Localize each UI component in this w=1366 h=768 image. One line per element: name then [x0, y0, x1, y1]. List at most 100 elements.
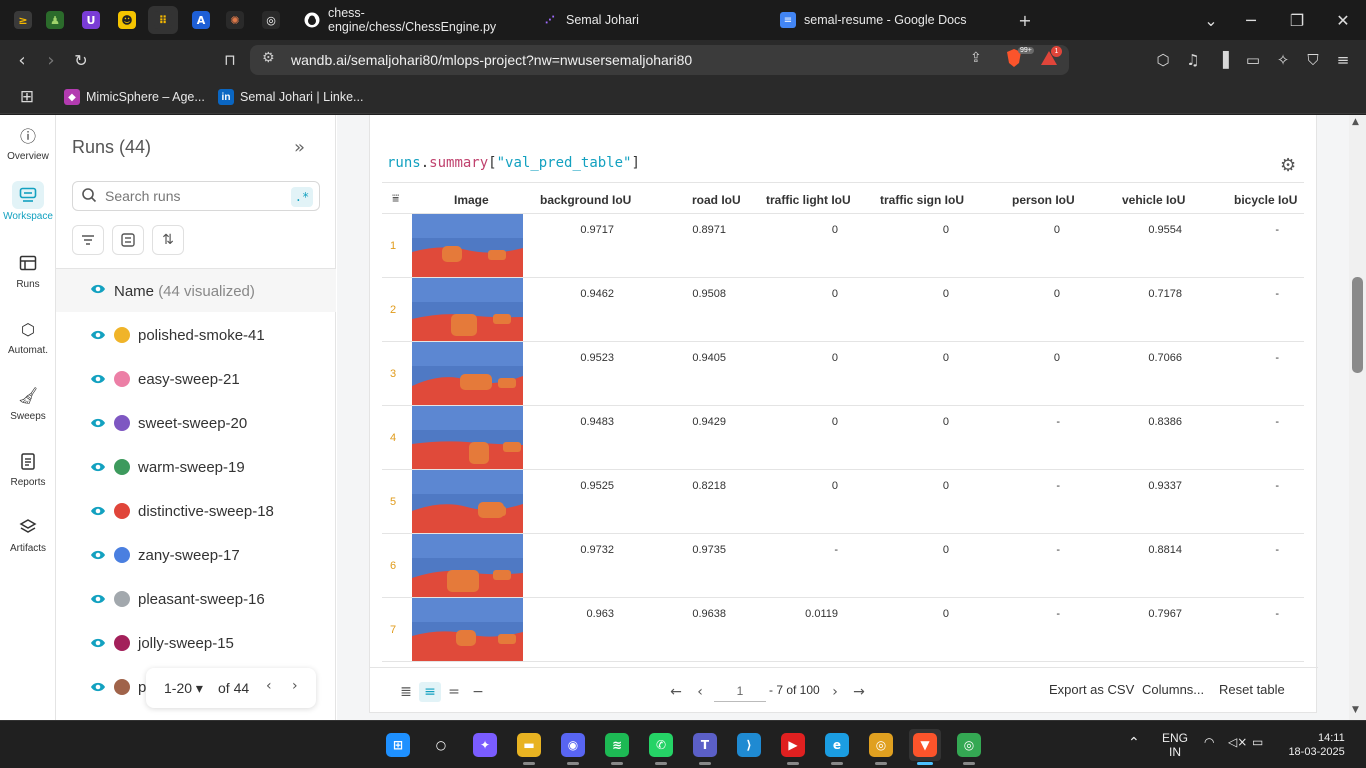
- language-indicator[interactable]: ENG IN: [1162, 731, 1188, 759]
- segmentation-image[interactable]: [412, 470, 523, 533]
- eye-icon[interactable]: [90, 637, 106, 649]
- row-size-small-icon[interactable]: ≣: [395, 682, 417, 702]
- share-icon[interactable]: ⇪: [970, 50, 982, 66]
- battery-icon[interactable]: ▭: [1252, 735, 1263, 749]
- run-row[interactable]: zany-sweep-17: [56, 534, 336, 578]
- col-bicycle-iou[interactable]: bicycle IoU: [1234, 193, 1297, 207]
- search-taskbar-button[interactable]: ○: [425, 729, 457, 761]
- page-number-input[interactable]: [714, 680, 766, 702]
- media-icon[interactable]: ♫: [1183, 50, 1203, 70]
- scroll-down-icon[interactable]: ▼: [1352, 705, 1359, 715]
- nav-sweeps[interactable]: 🧹︎ Sweeps: [0, 381, 56, 437]
- filter-button[interactable]: [72, 225, 104, 255]
- segmentation-image[interactable]: [412, 278, 523, 341]
- table-row[interactable]: 1 0.9717 0.8971 0 0 0 0.9554 -: [382, 214, 1304, 278]
- scroll-up-icon[interactable]: ▲: [1352, 117, 1359, 127]
- extensions-icon[interactable]: ⬡: [1153, 50, 1173, 70]
- run-color-dot[interactable]: [114, 679, 130, 695]
- pinned-tab-5[interactable]: ⠿: [148, 6, 178, 34]
- tab-search-icon[interactable]: ⌄: [1196, 8, 1226, 32]
- table-row[interactable]: 2 0.9462 0.9508 0 0 0 0.7178 -: [382, 278, 1304, 342]
- discord-taskbar-button[interactable]: ◉: [557, 729, 589, 765]
- bookmark-mimicsphere[interactable]: ◆ MimicSphere – Age...: [64, 87, 205, 107]
- run-name[interactable]: jolly-sweep-15: [138, 635, 234, 652]
- run-color-dot[interactable]: [114, 503, 130, 519]
- collapse-panel-icon[interactable]: »: [294, 137, 305, 158]
- run-color-dot[interactable]: [114, 371, 130, 387]
- row-size-medium-icon[interactable]: ≡: [419, 682, 441, 702]
- site-info-icon[interactable]: ⚙: [262, 50, 275, 66]
- columns-button[interactable]: Columns...: [1142, 682, 1204, 697]
- eye-icon[interactable]: [90, 549, 106, 561]
- bookmark-linkedin[interactable]: in Semal Johari | Linke...: [218, 87, 363, 107]
- eye-icon[interactable]: [90, 505, 106, 517]
- run-row[interactable]: polished-smoke-41: [56, 314, 336, 358]
- name-column-header[interactable]: Name (44 visualized): [56, 268, 336, 312]
- scroll-thumb[interactable]: [1352, 277, 1363, 373]
- leo-ai-icon[interactable]: ✧: [1273, 50, 1293, 70]
- prev-page-icon[interactable]: ‹: [266, 678, 272, 694]
- pinned-tab-6[interactable]: A: [186, 6, 216, 34]
- run-color-dot[interactable]: [114, 415, 130, 431]
- url-omnibox[interactable]: ⚙ wandb.ai/semaljohari80/mlops-project?n…: [250, 45, 1069, 75]
- col-image[interactable]: Image: [454, 193, 489, 207]
- next-page-icon[interactable]: ›: [824, 682, 846, 702]
- table-row[interactable]: 3 0.9523 0.9405 0 0 0 0.7066 -: [382, 342, 1304, 406]
- new-tab-button[interactable]: +: [1010, 8, 1040, 32]
- segmentation-image[interactable]: [412, 534, 523, 597]
- regex-toggle[interactable]: .*: [291, 187, 313, 207]
- run-name[interactable]: easy-sweep-21: [138, 371, 240, 388]
- bookmark-icon[interactable]: ⊓: [217, 48, 243, 72]
- prev-page-icon[interactable]: ‹: [689, 682, 711, 702]
- table-row[interactable]: 5 0.9525 0.8218 0 0 - 0.9337 -: [382, 470, 1304, 534]
- first-page-icon[interactable]: ←: [665, 682, 687, 702]
- run-name[interactable]: warm-sweep-19: [138, 459, 245, 476]
- run-name[interactable]: sweet-sweep-20: [138, 415, 247, 432]
- nav-automations[interactable]: ⬡ Automat.: [0, 315, 56, 371]
- start-taskbar-button[interactable]: ⊞: [382, 729, 414, 761]
- gear-icon[interactable]: ⚙: [1280, 155, 1296, 176]
- nav-artifacts[interactable]: Artifacts: [0, 513, 56, 569]
- pinned-tab-3[interactable]: U: [76, 6, 106, 34]
- edge-taskbar-button[interactable]: e: [821, 729, 853, 765]
- pinned-tab-2[interactable]: ♟: [40, 6, 70, 34]
- next-page-icon[interactable]: ›: [292, 678, 298, 694]
- eye-icon[interactable]: [90, 329, 106, 341]
- col-traffic-light-iou[interactable]: traffic light IoU: [766, 193, 851, 207]
- youtube-taskbar-button[interactable]: ▶: [777, 729, 809, 765]
- run-row[interactable]: sweet-sweep-20: [56, 402, 336, 446]
- col-traffic-sign-iou[interactable]: traffic sign IoU: [880, 193, 964, 207]
- search-runs-input[interactable]: [105, 186, 275, 206]
- run-row[interactable]: easy-sweep-21: [56, 358, 336, 402]
- col-vehicle-iou[interactable]: vehicle IoU: [1122, 193, 1185, 207]
- chrome-profile-taskbar-button[interactable]: ◎: [953, 729, 985, 765]
- last-page-icon[interactable]: →: [848, 682, 870, 702]
- search-runs-box[interactable]: .*: [72, 181, 320, 211]
- copilot-taskbar-button[interactable]: ✦: [469, 729, 501, 761]
- forward-icon[interactable]: ›: [38, 48, 64, 72]
- apps-grid-icon[interactable]: ⊞: [14, 85, 40, 109]
- wallet-icon[interactable]: ▭: [1243, 50, 1263, 70]
- query-expression[interactable]: runs.summary["val_pred_table"]: [387, 155, 640, 171]
- clock[interactable]: 14:11 18-03-2025: [1286, 731, 1344, 759]
- row-size-xl-icon[interactable]: −: [467, 682, 489, 702]
- table-row[interactable]: 6 0.9732 0.9735 - 0 - 0.8814 -: [382, 534, 1304, 598]
- eye-icon[interactable]: [90, 373, 106, 385]
- close-window-icon[interactable]: ✕: [1328, 8, 1358, 32]
- page-scrollbar[interactable]: ▲ ▼: [1349, 115, 1366, 720]
- eye-icon[interactable]: [90, 417, 106, 429]
- menu-icon[interactable]: ≡: [1333, 50, 1353, 70]
- col-road-iou[interactable]: road IoU: [692, 193, 741, 207]
- run-name[interactable]: distinctive-sweep-18: [138, 503, 274, 520]
- show-hidden-icons[interactable]: ⌃: [1128, 735, 1140, 751]
- nav-overview[interactable]: ⓘ Overview: [0, 121, 56, 177]
- back-icon[interactable]: ‹: [9, 48, 35, 72]
- table-row[interactable]: 4 0.9483 0.9429 0 0 - 0.8386 -: [382, 406, 1304, 470]
- nav-reports[interactable]: Reports: [0, 447, 56, 503]
- eye-icon[interactable]: [90, 681, 106, 693]
- vpn-icon[interactable]: ⛉: [1303, 50, 1323, 70]
- restore-icon[interactable]: ❐: [1282, 8, 1312, 32]
- wifi-icon[interactable]: ◠: [1204, 735, 1214, 749]
- file-explorer-taskbar-button[interactable]: ▬: [513, 729, 545, 765]
- filter-icon[interactable]: ⩸: [392, 191, 399, 206]
